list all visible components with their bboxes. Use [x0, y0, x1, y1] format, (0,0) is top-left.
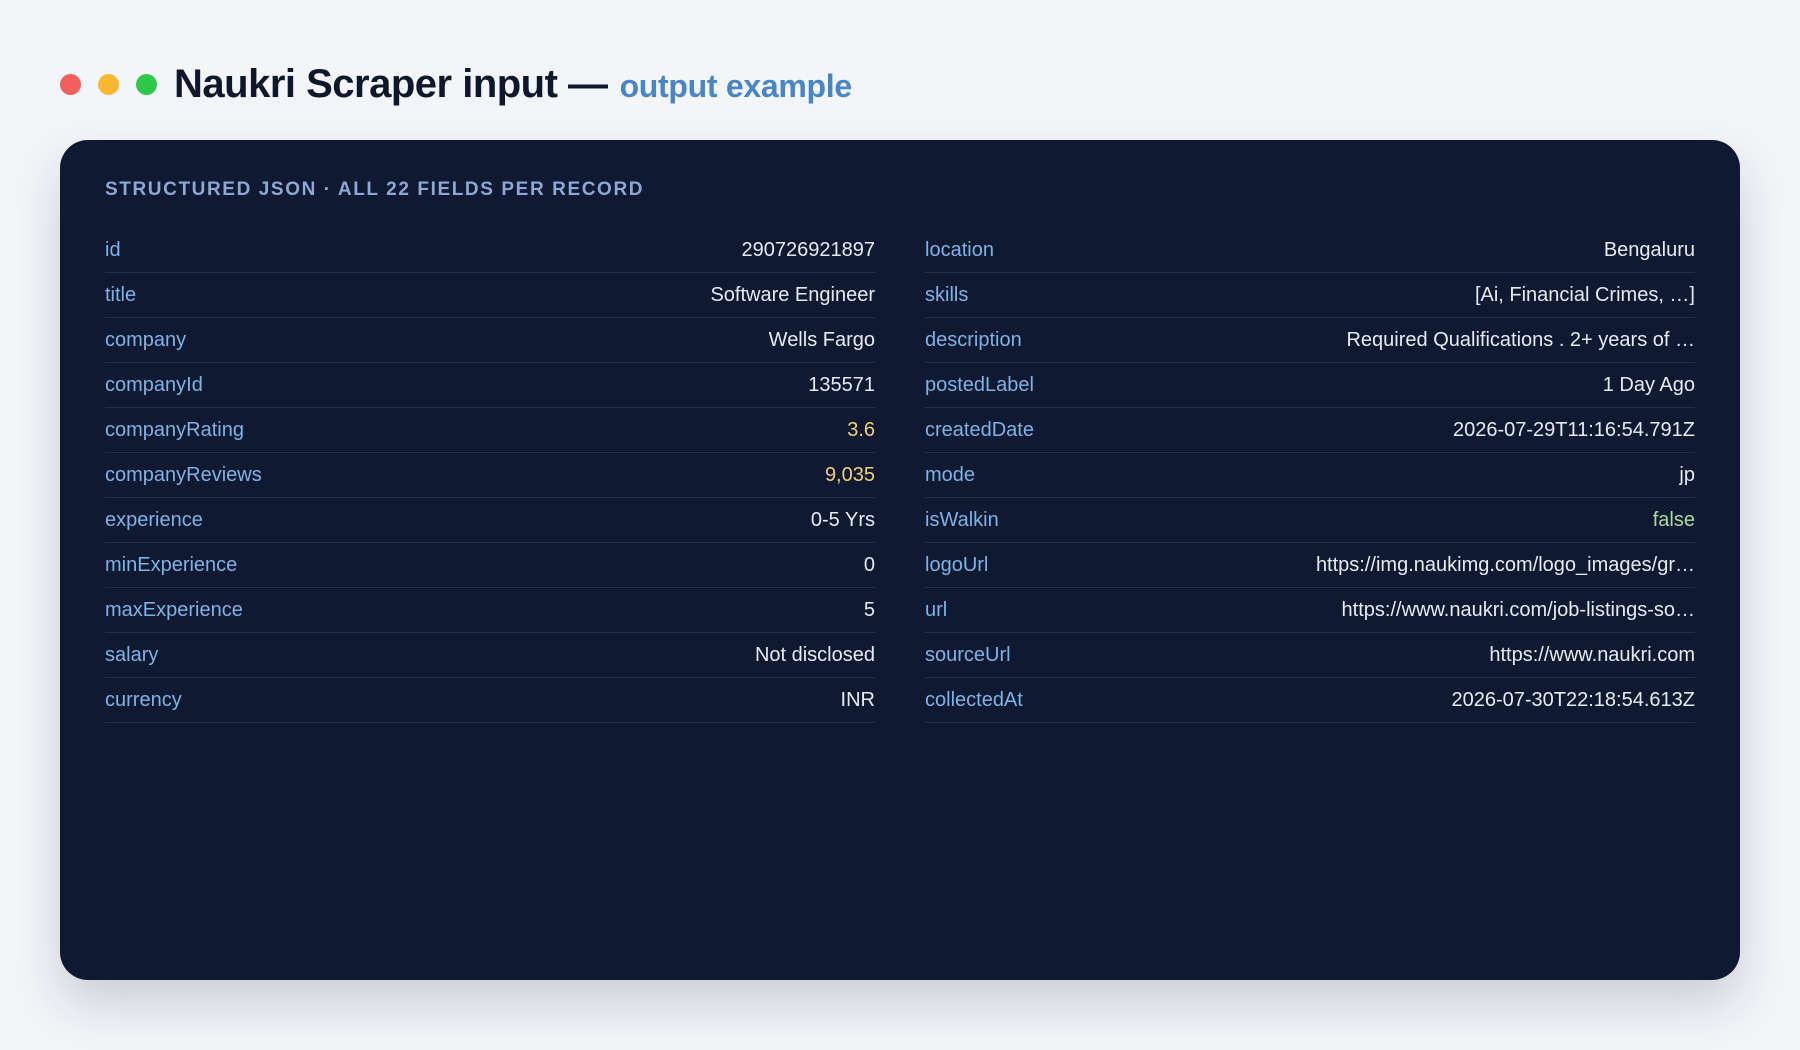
field-row-salary: salary Not disclosed [105, 633, 875, 678]
field-key: isWalkin [925, 508, 999, 531]
field-row-company: company Wells Fargo [105, 318, 875, 363]
minimize-dot-icon[interactable] [98, 73, 119, 95]
page-subtitle: output example [619, 67, 853, 104]
field-key: companyReviews [105, 463, 262, 486]
field-value: 2026-07-30T22:18:54.613Z [1451, 688, 1695, 711]
field-key: companyRating [105, 418, 244, 441]
output-card: STRUCTURED JSON · ALL 22 FIELDS PER RECO… [60, 140, 1740, 980]
field-row-description: description Required Qualifications . 2+ … [925, 318, 1695, 363]
field-row-experience: experience 0-5 Yrs [105, 498, 875, 543]
field-key: id [105, 238, 121, 261]
close-dot-icon[interactable] [60, 73, 81, 95]
fields-column-right: location Bengaluru skills [Ai, Financial Cr… [925, 228, 1695, 723]
field-key: url [925, 598, 948, 621]
field-value: https://www.naukri.com [1489, 643, 1695, 666]
field-row-sourceUrl: sourceUrl https://www.naukri.com [925, 633, 1695, 678]
field-value: 0 [863, 553, 875, 576]
field-value: false [1652, 508, 1695, 531]
field-key: title [105, 283, 137, 306]
maximize-dot-icon[interactable] [136, 73, 157, 95]
field-value: Software Engineer [710, 283, 875, 306]
field-key: location [925, 238, 994, 261]
field-value: 9,035 [824, 463, 875, 486]
field-row-url: url https://www.naukri.com/job-listings-s… [925, 588, 1695, 633]
window-controls [60, 73, 157, 95]
field-value: Required Qualifications . 2+ years of … [1346, 328, 1695, 351]
field-key: minExperience [105, 553, 238, 576]
field-value: Wells Fargo [768, 328, 875, 351]
field-value: Bengaluru [1603, 238, 1695, 261]
field-key: companyId [105, 373, 203, 396]
field-row-title: title Software Engineer [105, 273, 875, 318]
field-value: 3.6 [847, 418, 875, 441]
field-value: 135571 [808, 373, 875, 396]
field-row-mode: mode jp [925, 453, 1695, 498]
field-value: 2026-07-29T11:16:54.791Z [1452, 418, 1695, 441]
field-row-companyId: companyId 135571 [105, 363, 875, 408]
field-key: skills [925, 283, 969, 306]
field-row-maxExperience: maxExperience 5 [105, 588, 875, 633]
field-value: jp [1679, 463, 1695, 486]
field-value: https://www.naukri.com/job-listings-so… [1341, 598, 1695, 621]
field-row-createdDate: createdDate 2026-07-29T11:16:54.791Z [925, 408, 1695, 453]
field-value: Not disclosed [754, 643, 875, 666]
field-key: salary [105, 643, 159, 666]
field-row-id: id 290726921897 [105, 228, 875, 273]
field-key: logoUrl [925, 553, 989, 576]
field-key: sourceUrl [925, 643, 1011, 666]
field-row-skills: skills [Ai, Financial Crimes, …] [925, 273, 1695, 318]
field-row-companyReviews: companyReviews 9,035 [105, 453, 875, 498]
field-value: https://img.naukimg.com/logo_images/gr… [1315, 553, 1695, 576]
field-row-isWalkin: isWalkin false [925, 498, 1695, 543]
field-row-location: location Bengaluru [925, 228, 1695, 273]
field-key: experience [105, 508, 203, 531]
field-row-currency: currency INR [105, 678, 875, 723]
field-value: INR [840, 688, 875, 711]
fields-column-left: id 290726921897 title Software Engineer comp… [105, 228, 875, 723]
field-key: maxExperience [105, 598, 243, 621]
page-title: Naukri Scraper input — [174, 61, 608, 106]
field-row-collectedAt: collectedAt 2026-07-30T22:18:54.613Z [925, 678, 1695, 723]
field-key: postedLabel [925, 373, 1034, 396]
field-row-logoUrl: logoUrl https://img.naukimg.com/logo_imag… [925, 543, 1695, 588]
field-value: 1 Day Ago [1602, 373, 1695, 396]
section-label: STRUCTURED JSON · ALL 22 FIELDS PER RECO… [105, 179, 645, 200]
field-key: mode [925, 463, 976, 486]
field-value: 5 [863, 598, 875, 621]
field-row-companyRating: companyRating 3.6 [105, 408, 875, 453]
field-key: company [105, 328, 187, 351]
field-row-postedLabel: postedLabel 1 Day Ago [925, 363, 1695, 408]
field-key: createdDate [925, 418, 1034, 441]
field-value: [Ai, Financial Crimes, …] [1474, 283, 1695, 306]
field-key: description [925, 328, 1022, 351]
field-value: 0-5 Yrs [810, 508, 875, 531]
page-header: Naukri Scraper input — output example [60, 56, 852, 112]
field-key: collectedAt [925, 688, 1023, 711]
field-value: 290726921897 [741, 238, 875, 261]
fields-grid: id 290726921897 title Software Engineer comp… [105, 228, 1695, 723]
field-key: currency [105, 688, 182, 711]
field-row-minExperience: minExperience 0 [105, 543, 875, 588]
